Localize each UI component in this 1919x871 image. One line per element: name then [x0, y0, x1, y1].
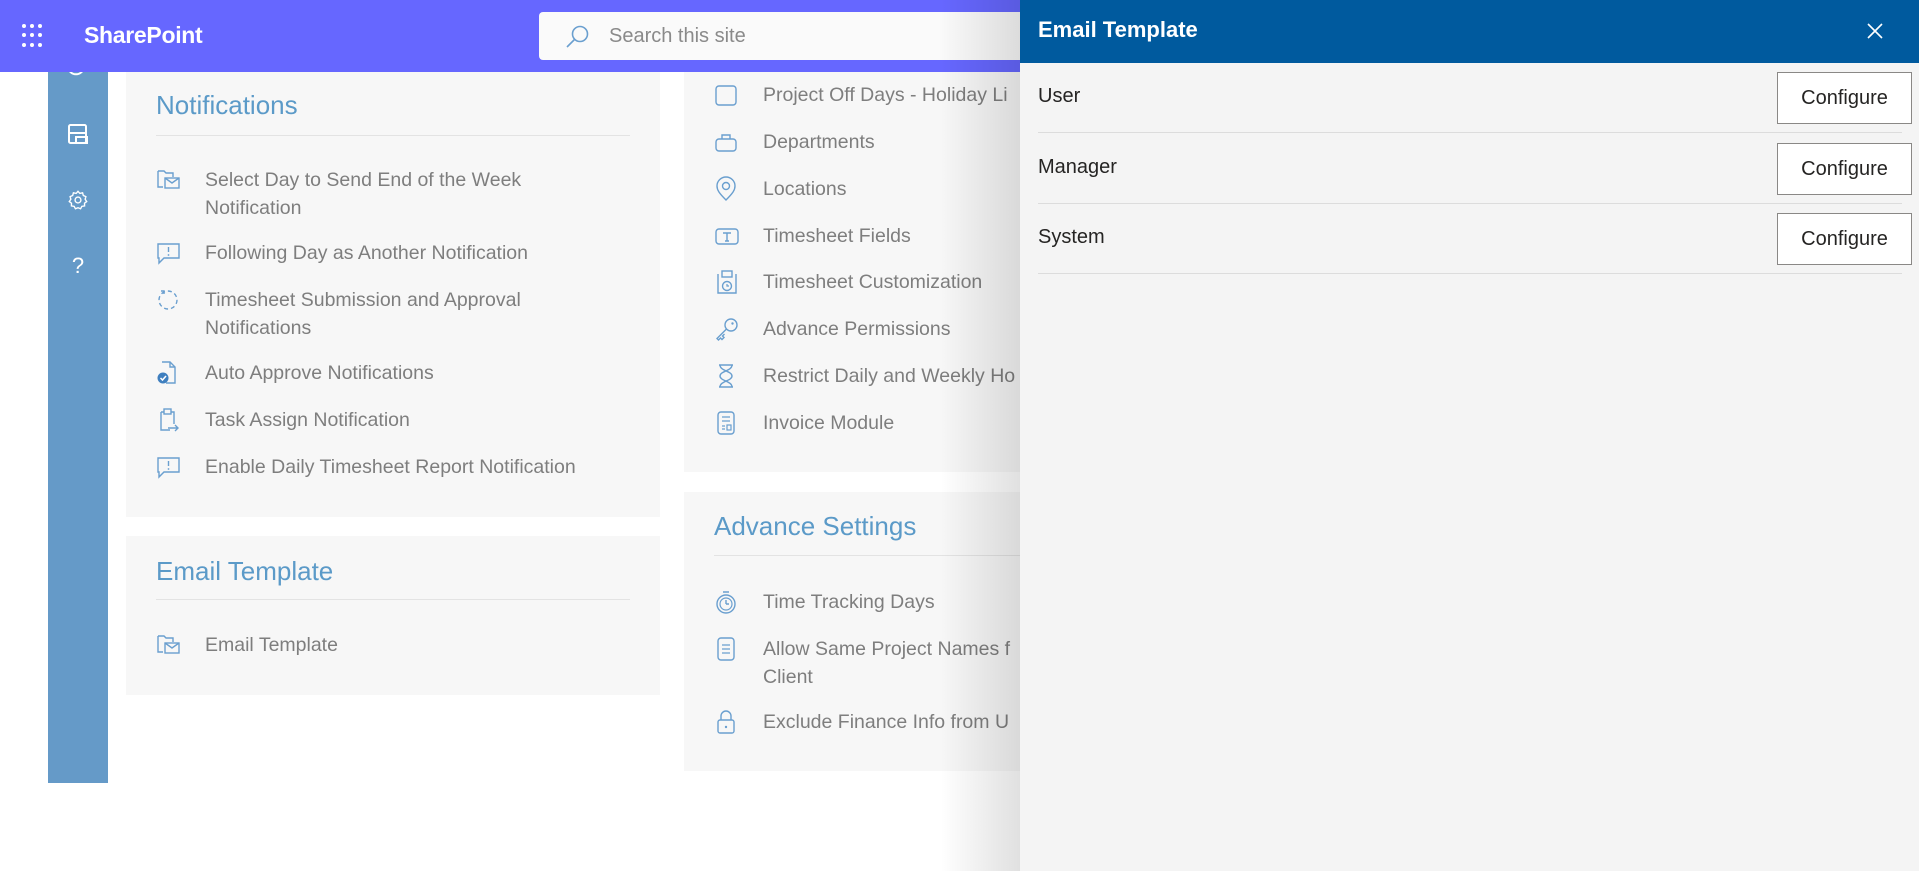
briefcase-icon: [714, 128, 744, 156]
document-approve-icon: [156, 359, 186, 387]
item-label: Departments: [763, 131, 875, 153]
item-label: Task Assign Notification: [205, 409, 410, 431]
panel-title: Email Template: [1038, 17, 1198, 42]
card-title: Advance Settings: [714, 511, 917, 541]
configure-system-button[interactable]: Configure: [1777, 213, 1912, 265]
menu-item-advance-permissions[interactable]: Advance Permissions: [714, 315, 951, 343]
template-row-manager: Manager Configure: [1038, 134, 1912, 204]
item-label: Locations: [763, 178, 847, 200]
menu-item-timesheet-customization[interactable]: Timesheet Customization: [714, 268, 982, 296]
gear-icon[interactable]: [66, 188, 90, 212]
item-label: Following Day as Another Notification: [205, 242, 528, 264]
key-icon: [714, 315, 744, 343]
item-label: Restrict Daily and Weekly Ho: [763, 365, 1016, 387]
document-list-icon: [714, 635, 744, 663]
item-label: Timesheet Fields: [763, 225, 911, 247]
clipboard-assign-icon: [156, 406, 186, 434]
item-label: Invoice Module: [763, 412, 895, 434]
divider: [156, 135, 630, 136]
calendar-clock-icon: [714, 268, 744, 296]
item-label: Timesheet Submission and Approval: [205, 289, 521, 311]
item-label: Auto Approve Notifications: [205, 362, 434, 384]
app-name[interactable]: SharePoint: [84, 22, 203, 49]
waffle-icon[interactable]: [22, 24, 46, 48]
menu-item-allow-same-project-names[interactable]: Allow Same Project Names f Client: [714, 635, 1010, 691]
email-template-panel: Email Template User Configure Manager Co…: [1020, 0, 1919, 871]
row-label: User: [1038, 85, 1081, 107]
sync-circle-icon: [156, 286, 186, 314]
location-pin-icon: [714, 175, 744, 203]
layout-icon[interactable]: [66, 122, 90, 146]
divider: [156, 599, 630, 600]
row-label: System: [1038, 226, 1105, 248]
comment-alert-icon: [156, 239, 186, 267]
item-label: Advance Permissions: [763, 318, 951, 340]
folder-mail-icon: [156, 631, 186, 659]
configure-manager-button[interactable]: Configure: [1777, 143, 1912, 195]
configure-user-button[interactable]: Configure: [1777, 72, 1912, 124]
search-input[interactable]: [609, 20, 1059, 52]
menu-item-exclude-finance-info[interactable]: Exclude Finance Info from U: [714, 708, 1009, 736]
close-button[interactable]: [1862, 18, 1888, 44]
item-label: Project Off Days - Holiday Li: [763, 84, 1008, 106]
checkbox-icon: [714, 81, 744, 109]
lock-icon: [714, 708, 744, 736]
menu-item-restrict-hours[interactable]: Restrict Daily and Weekly Ho: [714, 362, 1015, 390]
notifications-card: Notifications Select Day to Send End of …: [126, 60, 660, 517]
search-icon: [566, 25, 589, 48]
panel-header: Email Template: [1020, 0, 1919, 63]
card-title: Notifications: [156, 90, 298, 120]
invoice-icon: [714, 409, 744, 437]
help-icon[interactable]: ?: [66, 253, 90, 278]
item-label: Enable Daily Timesheet Report Notificati…: [205, 456, 576, 478]
menu-item-time-tracking-days[interactable]: Time Tracking Days: [714, 588, 935, 616]
close-icon: [1867, 23, 1883, 39]
menu-item-departments[interactable]: Departments: [714, 128, 875, 156]
menu-item-email-template[interactable]: Email Template: [156, 631, 338, 659]
menu-item-following-day-notification[interactable]: Following Day as Another Notification: [156, 239, 528, 267]
menu-item-invoice-module[interactable]: Invoice Module: [714, 409, 894, 437]
item-label: Exclude Finance Info from U: [763, 711, 1010, 733]
item-label: Timesheet Customization: [763, 271, 983, 293]
item-label: Client: [763, 666, 813, 688]
item-label: Notification: [205, 197, 302, 219]
email-template-card: Email Template Email Template: [126, 536, 660, 695]
template-row-system: System Configure: [1038, 204, 1912, 274]
search-box[interactable]: [539, 12, 1099, 60]
text-field-icon: [714, 222, 744, 250]
menu-item-project-off-days[interactable]: Project Off Days - Holiday Li: [714, 81, 1008, 109]
folder-mail-icon: [156, 166, 186, 194]
menu-item-locations[interactable]: Locations: [714, 175, 846, 203]
item-label: Select Day to Send End of the Week: [205, 169, 522, 191]
menu-item-auto-approve-notifications[interactable]: Auto Approve Notifications: [156, 359, 434, 387]
menu-item-daily-report-notification[interactable]: Enable Daily Timesheet Report Notificati…: [156, 453, 576, 481]
item-label: Time Tracking Days: [763, 591, 935, 613]
comment-alert-icon: [156, 453, 186, 481]
item-label: Allow Same Project Names f: [763, 638, 1011, 660]
item-label: Email Template: [205, 634, 338, 656]
left-rail: ?: [48, 60, 108, 783]
item-label: Notifications: [205, 317, 312, 339]
menu-item-timesheet-fields[interactable]: Timesheet Fields: [714, 222, 911, 250]
hourglass-icon: [714, 362, 744, 390]
menu-item-end-of-week-notification[interactable]: Select Day to Send End of the Week Notifi…: [156, 166, 521, 222]
template-row-user: User Configure: [1038, 63, 1912, 133]
menu-item-task-assign-notification[interactable]: Task Assign Notification: [156, 406, 410, 434]
row-label: Manager: [1038, 156, 1117, 178]
card-title: Email Template: [156, 556, 334, 586]
menu-item-submission-approval-notifications[interactable]: Timesheet Submission and Approval Notific…: [156, 286, 521, 342]
timer-icon: [714, 588, 744, 616]
